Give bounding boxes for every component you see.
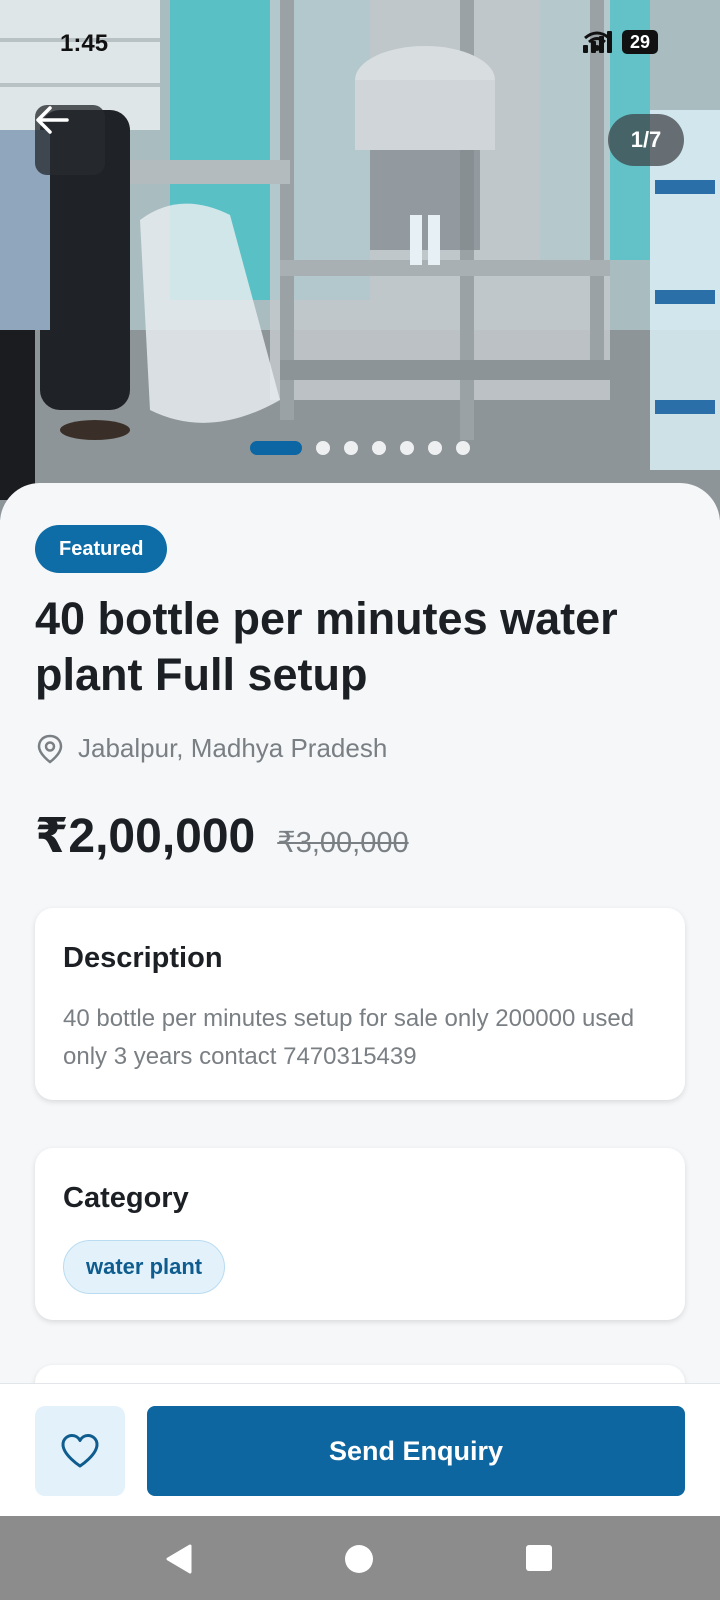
listing-title: 40 bottle per minutes water plant Full s… — [35, 593, 618, 700]
location-text: Jabalpur, Madhya Pradesh — [78, 733, 388, 763]
pagination-dot[interactable] — [456, 441, 470, 455]
location-pin-icon — [37, 734, 63, 764]
pagination-dot[interactable] — [316, 441, 330, 455]
listing-price: ₹2,00,000 — [35, 810, 256, 863]
pagination-dot[interactable] — [372, 441, 386, 455]
back-button[interactable] — [35, 105, 105, 175]
arrow-left-icon — [36, 106, 69, 134]
price-row: ₹2,00,000 ₹3,00,000 — [35, 808, 409, 864]
category-card: Category water plant — [35, 1148, 685, 1320]
pagination-dot[interactable] — [428, 441, 442, 455]
listing-image-gallery[interactable]: 1:45 29 1/7 — [0, 0, 720, 520]
status-bar: 1:45 29 — [0, 0, 720, 90]
listing-details: Featured 40 bottle per minutes water pla… — [0, 483, 720, 1425]
favorite-button[interactable] — [35, 1406, 125, 1496]
original-price: ₹3,00,000 — [277, 827, 409, 859]
description-card: Description 40 bottle per minutes setup … — [35, 908, 685, 1100]
description-text: 40 bottle per minutes setup for sale onl… — [63, 1005, 635, 1070]
send-enquiry-button[interactable]: Send Enquiry — [147, 1406, 685, 1496]
listing-location: Jabalpur, Madhya Pradesh — [36, 733, 387, 764]
battery-icon: 29 — [621, 30, 658, 54]
home-circle-icon[interactable] — [344, 1544, 374, 1574]
back-triangle-icon[interactable] — [164, 1544, 194, 1574]
pagination-dot[interactable] — [344, 441, 358, 455]
status-icons: 29 — [582, 30, 658, 54]
pagination-dot[interactable] — [250, 441, 302, 455]
gallery-pagination[interactable] — [250, 441, 470, 455]
category-heading: Category — [63, 1182, 189, 1214]
heart-icon — [61, 1434, 99, 1468]
featured-badge: Featured — [35, 525, 168, 573]
recents-square-icon[interactable] — [525, 1544, 553, 1572]
system-navigation-bar — [0, 1516, 720, 1600]
wifi-icon — [584, 31, 610, 51]
image-counter: 1/7 — [608, 114, 684, 166]
action-bar: Send Enquiry — [0, 1383, 720, 1516]
category-chip[interactable]: water plant — [63, 1240, 226, 1294]
pagination-dot[interactable] — [400, 441, 414, 455]
status-time: 1:45 — [60, 30, 109, 57]
description-heading: Description — [63, 942, 223, 974]
